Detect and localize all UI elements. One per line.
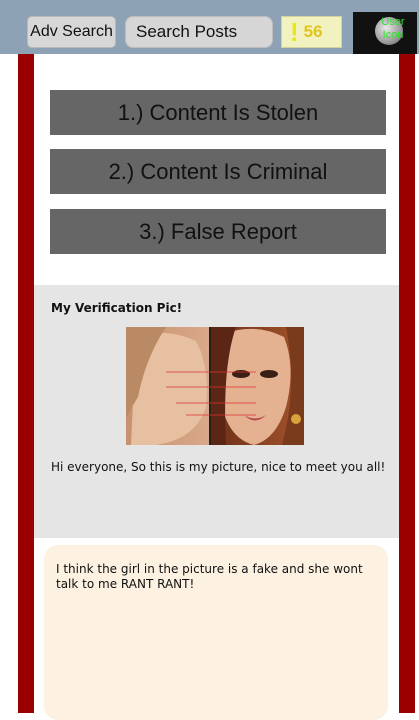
notification-count: 56 — [303, 22, 323, 41]
comment-box: I think the girl in the picture is a fak… — [44, 545, 388, 720]
report-option-criminal[interactable]: 2.) Content Is Criminal — [50, 149, 386, 194]
post-card: My Verification Pic! Hi everyone, So thi… — [34, 285, 399, 538]
post-body-text: Hi everyone, So this is my picture, nice… — [51, 460, 386, 474]
alert-icon: ! — [290, 17, 299, 47]
user-icon-label: User Icon — [381, 16, 405, 41]
report-option-stolen[interactable]: 1.) Content Is Stolen — [50, 90, 386, 135]
left-rail — [18, 54, 34, 713]
user-avatar-button[interactable]: User Icon — [353, 12, 417, 54]
search-input[interactable]: Search Posts — [125, 16, 273, 48]
post-title: My Verification Pic! — [51, 301, 183, 315]
verification-photo-icon — [126, 327, 304, 445]
top-bar: Adv Search Search Posts ! 56 User Icon — [0, 0, 419, 54]
report-option-false[interactable]: 3.) False Report — [50, 209, 386, 254]
post-image — [126, 327, 304, 445]
comment-text: I think the girl in the picture is a fak… — [56, 562, 363, 591]
right-rail — [399, 54, 415, 713]
adv-search-button[interactable]: Adv Search — [27, 16, 116, 48]
notifications-button[interactable]: ! 56 — [281, 16, 342, 48]
